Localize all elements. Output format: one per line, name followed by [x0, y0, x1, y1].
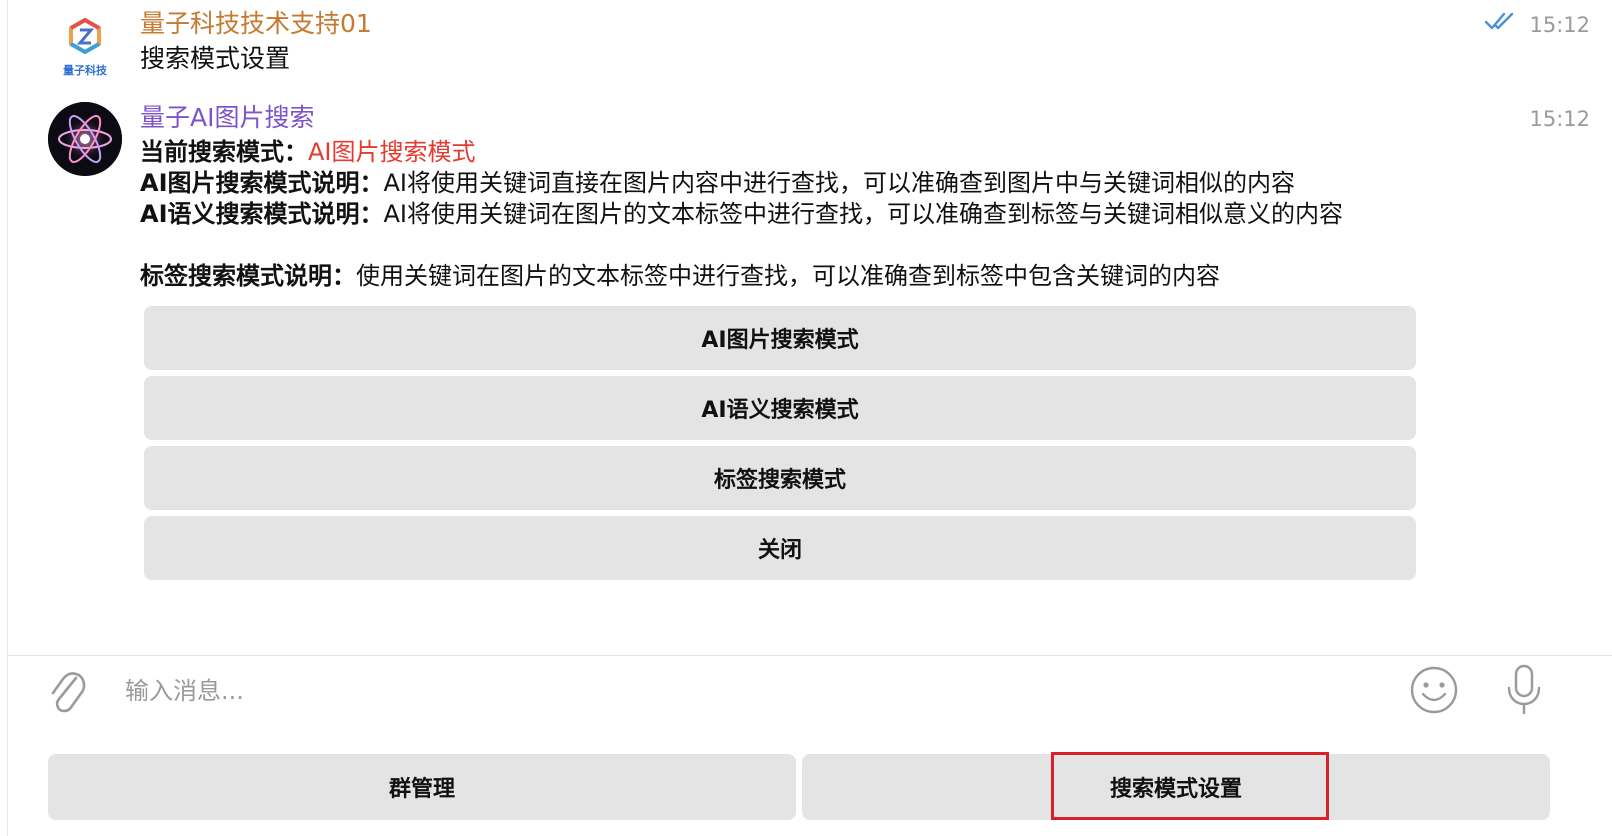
reply-keyboard: 群管理 搜索模式设置 [0, 740, 1612, 826]
ai-semantic-mode-label: AI语义搜索模式说明： [140, 200, 384, 228]
tag-search-mode-button[interactable]: 标签搜索模式 [144, 446, 1416, 510]
ai-image-mode-description: AI图片搜索模式说明：AI将使用关键词直接在图片内容中进行查找，可以准确查到图片… [140, 168, 1430, 199]
search-mode-settings-button[interactable]: 搜索模式设置 [802, 754, 1550, 820]
tag-mode-text: 使用关键词在图片的文本标签中进行查找，可以准确查到标签中包含关键词的内容 [356, 262, 1220, 290]
svg-text:量子科技: 量子科技 [63, 63, 108, 77]
current-mode-value: AI图片搜索模式 [308, 138, 476, 166]
avatar-quantum-tech-support[interactable]: 量子科技 [48, 8, 122, 82]
ai-semantic-mode-text: AI将使用关键词在图片的文本标签中进行查找，可以准确查到标签与关键词相似意义的内… [383, 200, 1344, 228]
message-composer [8, 656, 1612, 726]
ai-semantic-search-mode-button[interactable]: AI语义搜索模式 [144, 376, 1416, 440]
ai-image-search-mode-button[interactable]: AI图片搜索模式 [144, 306, 1416, 370]
tag-mode-label: 标签搜索模式说明： [140, 262, 356, 290]
tag-mode-description: 标签搜索模式说明：使用关键词在图片的文本标签中进行查找，可以准确查到标签中包含关… [140, 261, 1430, 292]
current-mode-line: 当前搜索模式：AI图片搜索模式 [140, 137, 1430, 168]
message-input[interactable] [123, 670, 1387, 712]
message-time: 15:12 [1529, 107, 1590, 131]
close-button[interactable]: 关闭 [144, 516, 1416, 580]
avatar-quantum-ai-bot[interactable] [48, 102, 122, 176]
quantum-tech-logo-icon: 量子科技 [48, 8, 122, 82]
emoji-icon[interactable] [1408, 664, 1460, 716]
paperclip-icon[interactable] [46, 664, 86, 718]
message-time: 15:12 [1529, 13, 1590, 37]
microphone-icon[interactable] [1504, 662, 1544, 720]
message-text: 搜索模式设置 [140, 44, 291, 73]
atom-icon [48, 102, 122, 176]
sender-name[interactable]: 量子AI图片搜索 [140, 103, 314, 133]
chat-history: 量子科技 量子科技技术支持01 15:12 搜索模式设置 量子AI图片搜索 15… [8, 0, 1612, 655]
message-1: 量子科技 量子科技技术支持01 15:12 搜索模式设置 [8, 0, 1612, 90]
ai-image-mode-label: AI图片搜索模式说明： [140, 169, 384, 197]
ai-image-mode-text: AI将使用关键词直接在图片内容中进行查找，可以准确查到图片中与关键词相似的内容 [383, 169, 1296, 197]
group-management-button[interactable]: 群管理 [48, 754, 796, 820]
ai-semantic-mode-description: AI语义搜索模式说明：AI将使用关键词在图片的文本标签中进行查找，可以准确查到标… [140, 199, 1430, 230]
double-check-read-icon [1484, 12, 1514, 30]
sender-name[interactable]: 量子科技技术支持01 [140, 9, 372, 39]
message-2: 量子AI图片搜索 15:12 当前搜索模式：AI图片搜索模式 AI图片搜索模式说… [8, 96, 1612, 596]
current-mode-label: 当前搜索模式： [140, 138, 308, 166]
